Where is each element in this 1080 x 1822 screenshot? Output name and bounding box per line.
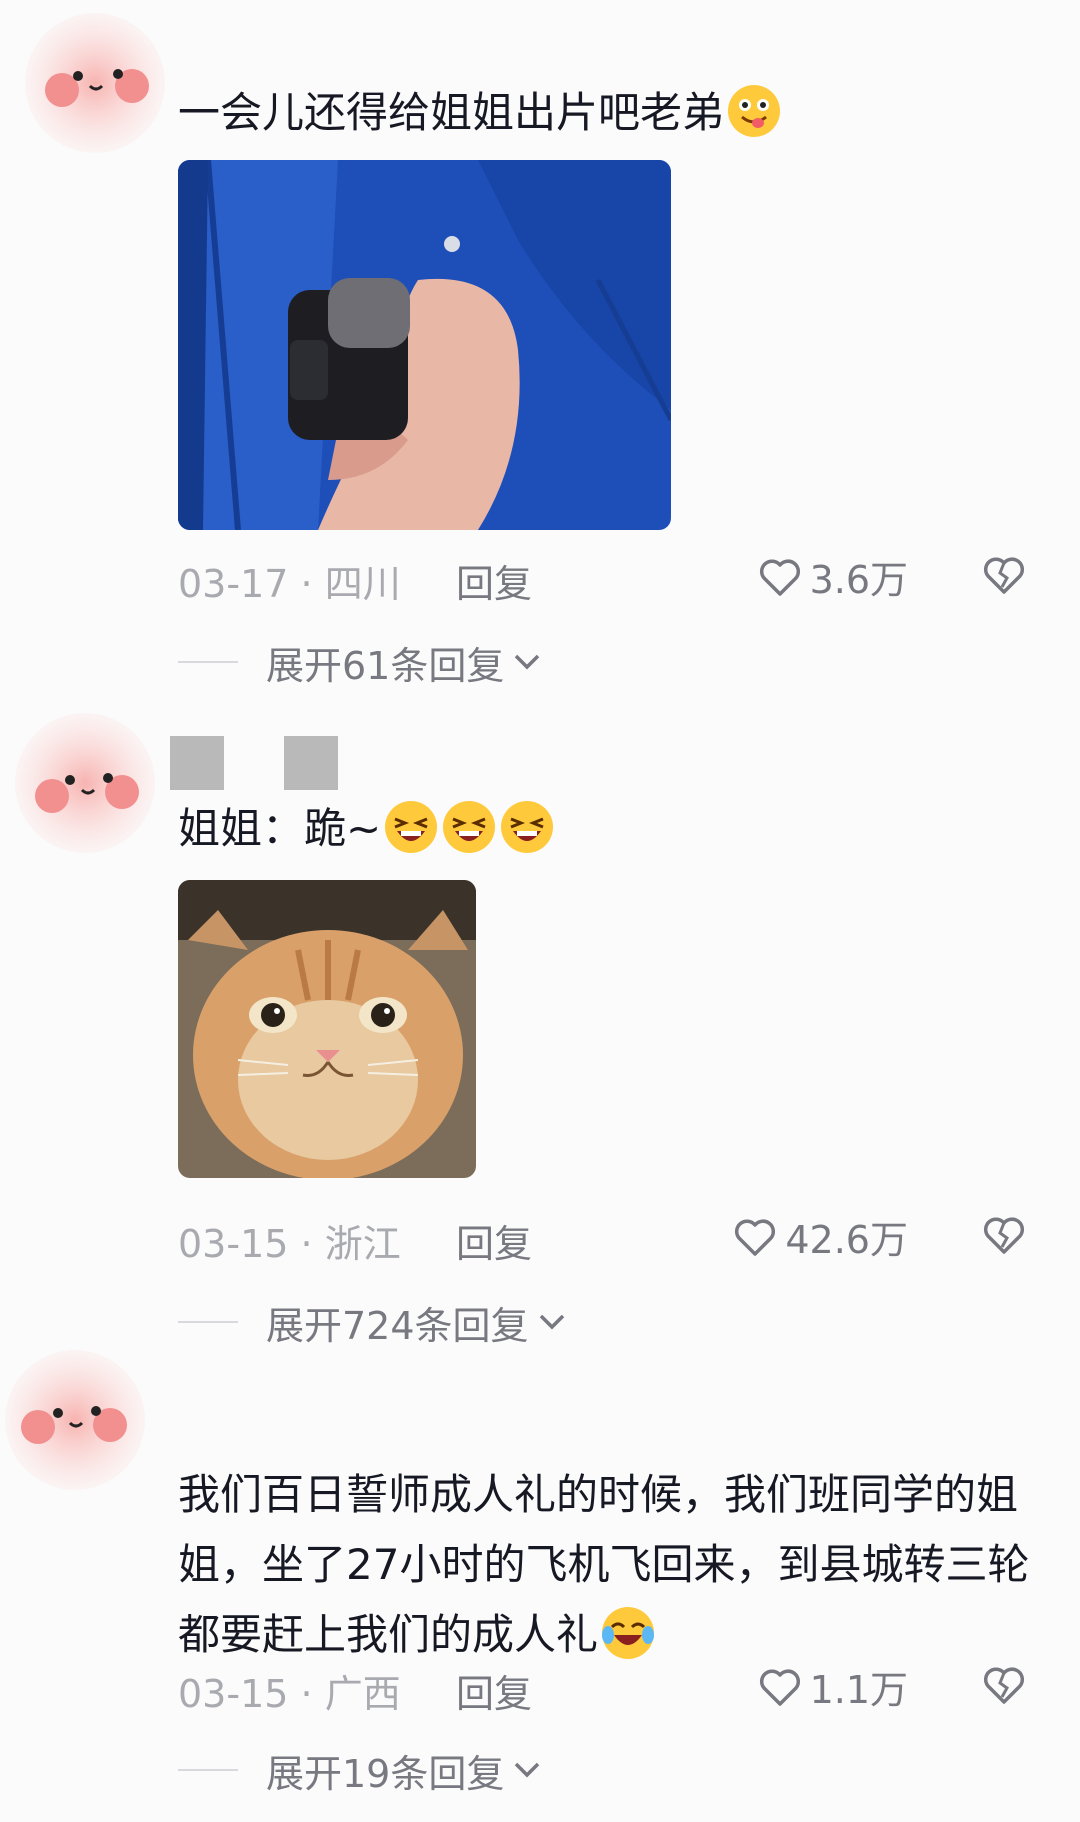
separator-dot: · bbox=[300, 1672, 313, 1716]
comment-date-location: 03-17 · 四川 bbox=[178, 553, 401, 608]
expand-replies-label: 展开724条回复 bbox=[266, 1303, 529, 1348]
comment-meta: 03-15 · 浙江 回复 42.6万 bbox=[178, 1205, 1028, 1268]
laughing-face-emoji bbox=[441, 799, 497, 855]
divider-line bbox=[178, 1769, 238, 1771]
separator-dot: · bbox=[300, 1222, 313, 1266]
redacted-username-block bbox=[170, 736, 224, 790]
avatar[interactable] bbox=[20, 8, 170, 158]
like-count: 3.6万 bbox=[809, 558, 908, 602]
comment-text: 一会儿还得给姐姐出片吧老弟 bbox=[178, 78, 782, 148]
expand-replies-button[interactable]: 展开724条回复 bbox=[178, 1292, 569, 1352]
heart-icon bbox=[735, 1218, 776, 1256]
like-button[interactable]: 1.1万 bbox=[756, 1659, 908, 1714]
broken-heart-icon[interactable] bbox=[980, 551, 1028, 599]
redacted-username-block bbox=[284, 736, 338, 790]
like-count: 1.1万 bbox=[809, 1668, 908, 1712]
reply-button[interactable]: 回复 bbox=[456, 553, 532, 608]
reply-button[interactable]: 回复 bbox=[456, 1213, 532, 1268]
laughing-face-emoji bbox=[383, 799, 439, 855]
like-count: 42.6万 bbox=[785, 1218, 908, 1262]
comment-1: 一会儿还得给姐姐出片吧老弟 03-17 · 四川 回复 3.6万 展开61条回复 bbox=[0, 0, 1080, 688]
comment-location: 浙江 bbox=[324, 1222, 401, 1266]
like-button[interactable]: 3.6万 bbox=[756, 549, 908, 604]
comment-date: 03-15 bbox=[178, 1672, 289, 1716]
expand-replies-button[interactable]: 展开19条回复 bbox=[178, 1740, 544, 1800]
broken-heart-icon[interactable] bbox=[980, 1661, 1028, 1709]
tongue-out-face-emoji bbox=[726, 83, 782, 139]
broken-heart-icon[interactable] bbox=[980, 1211, 1028, 1259]
comment-meta: 03-17 · 四川 回复 3.6万 bbox=[178, 545, 1028, 608]
avatar[interactable] bbox=[10, 708, 160, 858]
comment-date: 03-17 bbox=[178, 562, 289, 606]
avatar[interactable] bbox=[0, 1345, 150, 1495]
comment-2: 姐姐：跪~ 03-15 · 浙江 回复 42.6万 展开724条回复 bbox=[0, 700, 1080, 1348]
expand-replies-label: 展开61条回复 bbox=[266, 643, 505, 688]
heart-icon bbox=[759, 558, 800, 596]
comment-location: 广西 bbox=[324, 1672, 401, 1716]
comment-date: 03-15 bbox=[178, 1222, 289, 1266]
crying-laughing-emoji bbox=[600, 1605, 656, 1661]
separator-dot: · bbox=[300, 562, 313, 606]
heart-icon bbox=[759, 1668, 800, 1706]
divider-line bbox=[178, 661, 238, 663]
laughing-face-emoji bbox=[499, 799, 555, 855]
comment-meta: 03-15 · 广西 回复 1.1万 bbox=[178, 1655, 1028, 1718]
chevron-down-icon bbox=[515, 654, 540, 670]
comment-date-location: 03-15 · 浙江 bbox=[178, 1213, 401, 1268]
reply-button[interactable]: 回复 bbox=[456, 1663, 532, 1718]
hand-holding-camera-photo[interactable] bbox=[178, 160, 671, 530]
like-button[interactable]: 42.6万 bbox=[731, 1209, 908, 1264]
comment-text-content: 一会儿还得给姐姐出片吧老弟 bbox=[178, 88, 725, 137]
comment-date-location: 03-15 · 广西 bbox=[178, 1663, 401, 1718]
chevron-down-icon bbox=[515, 1762, 540, 1778]
comment-text: 姐姐：跪~ bbox=[178, 794, 555, 864]
comment-location: 四川 bbox=[324, 562, 401, 606]
comment-text-content: 姐姐：跪~ bbox=[178, 804, 382, 853]
expand-replies-label: 展开19条回复 bbox=[266, 1751, 505, 1796]
expand-replies-button[interactable]: 展开61条回复 bbox=[178, 632, 544, 692]
comment-3: 我们百日誓师成人礼的时候，我们班同学的姐姐，坐了27小时的飞机飞回来，到县城转三… bbox=[0, 1345, 1080, 1822]
comment-text: 我们百日誓师成人礼的时候，我们班同学的姐姐，坐了27小时的飞机飞回来，到县城转三… bbox=[178, 1460, 1038, 1670]
chevron-down-icon bbox=[539, 1314, 564, 1330]
divider-line bbox=[178, 1321, 238, 1323]
sad-cat-photo[interactable] bbox=[178, 880, 476, 1178]
